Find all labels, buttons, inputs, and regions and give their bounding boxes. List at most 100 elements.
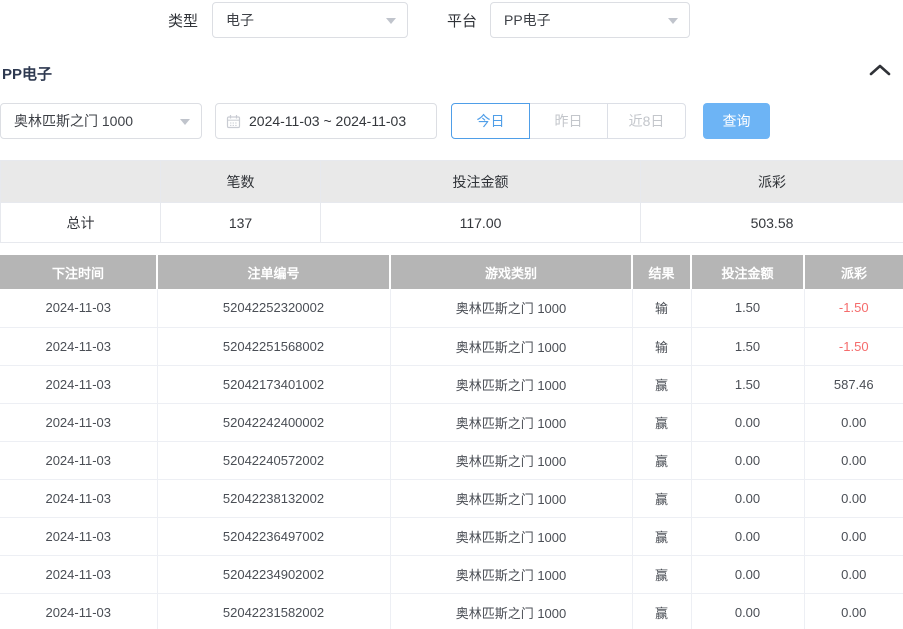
controls-row: 奥林匹斯之门 1000 2024-11-03 ~ 2024-11-03 今日昨日… [0,103,903,139]
bet-order-id: 52042252320002 [157,289,390,327]
bet-game: 奥林匹斯之门 1000 [390,479,632,517]
bet-order-id: 52042173401002 [157,365,390,403]
collapse-button[interactable] [868,63,892,79]
bet-game: 奥林匹斯之门 1000 [390,289,632,327]
bet-date: 2024-11-03 [0,517,157,555]
bet-order-id: 52042240572002 [157,441,390,479]
table-row: 2024-11-03 52042242400002 奥林匹斯之门 1000 赢 … [0,403,903,441]
bet-result: 赢 [632,441,691,479]
game-select-value: 奥林匹斯之门 1000 [14,111,133,131]
bet-payout: 587.46 [804,365,903,403]
bet-game: 奥林匹斯之门 1000 [390,403,632,441]
bet-header-amount: 投注金额 [691,255,804,289]
table-row: 2024-11-03 52042231582002 奥林匹斯之门 1000 赢 … [0,593,903,629]
bet-table-header-row: 下注时间 注单编号 游戏类别 结果 投注金额 派彩 [0,255,903,289]
quick-range-today[interactable]: 今日 [451,103,530,139]
filter-row: 类型 电子 平台 PP电子 [0,0,903,44]
bet-game: 奥林匹斯之门 1000 [390,555,632,593]
page: 类型 电子 平台 PP电子 PP电子 奥林匹斯之门 1000 [0,0,903,629]
summary-header-empty [1,161,161,203]
bet-amount: 0.00 [691,517,804,555]
bet-table: 下注时间 注单编号 游戏类别 结果 投注金额 派彩 2024-11-03 520… [0,255,903,629]
bet-game: 奥林匹斯之门 1000 [390,593,632,629]
quick-range-last8days[interactable]: 近8日 [607,103,686,139]
summary-total-count: 137 [161,203,321,243]
bet-payout: 0.00 [804,555,903,593]
type-label: 类型 [168,10,198,31]
type-select-value: 电子 [226,10,254,30]
table-row: 2024-11-03 52042240572002 奥林匹斯之门 1000 赢 … [0,441,903,479]
summary-total-payout: 503.58 [641,203,903,243]
bet-order-id: 52042234902002 [157,555,390,593]
summary-total-row: 总计 137 117.00 503.58 [1,203,903,243]
quick-range-yesterday[interactable]: 昨日 [529,103,608,139]
table-row: 2024-11-03 52042251568002 奥林匹斯之门 1000 输 … [0,327,903,365]
bet-payout: 0.00 [804,441,903,479]
bet-date: 2024-11-03 [0,403,157,441]
bet-order-id: 52042242400002 [157,403,390,441]
bet-header-game: 游戏类别 [390,255,632,289]
bet-result: 输 [632,289,691,327]
quick-range-group: 今日昨日近8日 [451,103,686,139]
bet-amount: 0.00 [691,441,804,479]
section-header: PP电子 [0,55,903,89]
bet-order-id: 52042238132002 [157,479,390,517]
bet-payout: -1.50 [804,327,903,365]
bet-order-id: 52042251568002 [157,327,390,365]
bet-amount: 1.50 [691,365,804,403]
summary-total-label: 总计 [1,203,161,243]
bet-order-id: 52042236497002 [157,517,390,555]
summary-header-row: 笔数 投注金额 派彩 [1,161,903,203]
table-row: 2024-11-03 52042238132002 奥林匹斯之门 1000 赢 … [0,479,903,517]
platform-label: 平台 [447,10,477,31]
bet-result: 赢 [632,365,691,403]
chevron-down-icon [180,119,190,125]
calendar-icon [226,114,241,129]
bet-game: 奥林匹斯之门 1000 [390,327,632,365]
bet-header-order-id: 注单编号 [157,255,390,289]
bet-result: 输 [632,327,691,365]
summary-header-count: 笔数 [161,161,321,203]
bet-amount: 0.00 [691,479,804,517]
bet-payout: 0.00 [804,517,903,555]
bet-amount: 1.50 [691,289,804,327]
bet-payout: 0.00 [804,403,903,441]
bet-result: 赢 [632,555,691,593]
bet-header-date: 下注时间 [0,255,157,289]
bet-order-id: 52042231582002 [157,593,390,629]
bet-payout: 0.00 [804,593,903,629]
type-select[interactable]: 电子 [212,2,408,38]
bet-payout: -1.50 [804,289,903,327]
bet-game: 奥林匹斯之门 1000 [390,365,632,403]
summary-header-amount: 投注金额 [321,161,641,203]
bet-game: 奥林匹斯之门 1000 [390,517,632,555]
summary-total-amount: 117.00 [321,203,641,243]
bet-result: 赢 [632,479,691,517]
bet-date: 2024-11-03 [0,441,157,479]
game-select[interactable]: 奥林匹斯之门 1000 [0,103,202,139]
chevron-down-icon [668,18,678,24]
bet-date: 2024-11-03 [0,365,157,403]
table-row: 2024-11-03 52042234902002 奥林匹斯之门 1000 赢 … [0,555,903,593]
bet-result: 赢 [632,517,691,555]
bet-game: 奥林匹斯之门 1000 [390,441,632,479]
bet-date: 2024-11-03 [0,555,157,593]
chevron-up-icon [868,65,892,80]
bet-amount: 0.00 [691,593,804,629]
bet-table-body: 2024-11-03 52042252320002 奥林匹斯之门 1000 输 … [0,289,903,629]
bet-amount: 1.50 [691,327,804,365]
bet-amount: 0.00 [691,403,804,441]
summary-header-payout: 派彩 [641,161,903,203]
bet-header-result: 结果 [632,255,691,289]
search-button[interactable]: 查询 [703,103,770,139]
section-title: PP电子 [2,63,52,84]
platform-select-value: PP电子 [504,10,551,30]
bet-date: 2024-11-03 [0,593,157,629]
platform-select[interactable]: PP电子 [490,2,690,38]
table-row: 2024-11-03 52042252320002 奥林匹斯之门 1000 输 … [0,289,903,327]
summary-table: 笔数 投注金额 派彩 总计 137 117.00 503.58 [0,160,903,243]
table-row: 2024-11-03 52042173401002 奥林匹斯之门 1000 赢 … [0,365,903,403]
date-range-input[interactable]: 2024-11-03 ~ 2024-11-03 [215,103,437,139]
bet-result: 赢 [632,403,691,441]
bet-date: 2024-11-03 [0,327,157,365]
